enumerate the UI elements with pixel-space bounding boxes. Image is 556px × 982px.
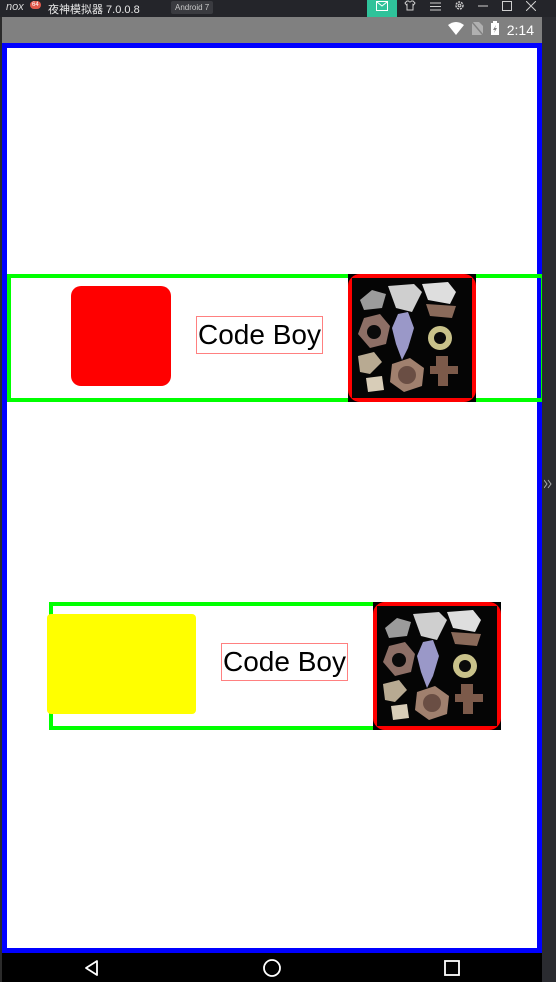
sprite-sheet-image <box>352 278 472 398</box>
back-icon[interactable] <box>72 953 112 982</box>
window-title: 夜神模拟器 7.0.0.8 <box>48 4 140 16</box>
yellow-rectangle-view <box>47 614 196 714</box>
no-sim-icon <box>471 21 484 38</box>
nox-logo: nox <box>6 1 24 13</box>
app-root-container: Code Boy Code Boy <box>2 43 545 953</box>
minimize-icon[interactable] <box>472 0 494 17</box>
item-sprite-tile-1 <box>348 274 476 402</box>
recent-apps-icon[interactable] <box>432 953 472 982</box>
message-icon[interactable] <box>367 0 397 17</box>
battery-icon <box>490 21 499 38</box>
android-status-bar: 2:14 <box>2 17 542 43</box>
android-nav-bar <box>2 953 542 982</box>
android-version-tag: Android 7 <box>171 1 214 14</box>
close-icon[interactable] <box>520 0 542 17</box>
maximize-icon[interactable] <box>496 0 518 17</box>
status-time: 2:14 <box>506 21 534 38</box>
red-square-view <box>71 286 171 386</box>
emulator-side-panel <box>542 17 556 982</box>
shirt-icon[interactable] <box>399 0 421 17</box>
version-badge: 64 <box>30 1 41 9</box>
sprite-sheet-image <box>377 606 497 726</box>
home-icon[interactable] <box>252 953 292 982</box>
sprite-frame <box>348 274 476 402</box>
menu-icon[interactable] <box>424 0 446 17</box>
code-boy-label-1: Code Boy <box>196 316 323 354</box>
settings-icon[interactable] <box>448 0 470 17</box>
wifi-icon <box>447 21 464 38</box>
item-sprite-tile-2 <box>373 602 501 730</box>
sprite-frame <box>373 602 501 730</box>
emulator-title-bar: nox 64 夜神模拟器 7.0.0.8 Android 7 <box>0 0 556 17</box>
code-boy-label-2: Code Boy <box>221 643 348 681</box>
expand-sidebar-icon[interactable] <box>543 478 552 492</box>
